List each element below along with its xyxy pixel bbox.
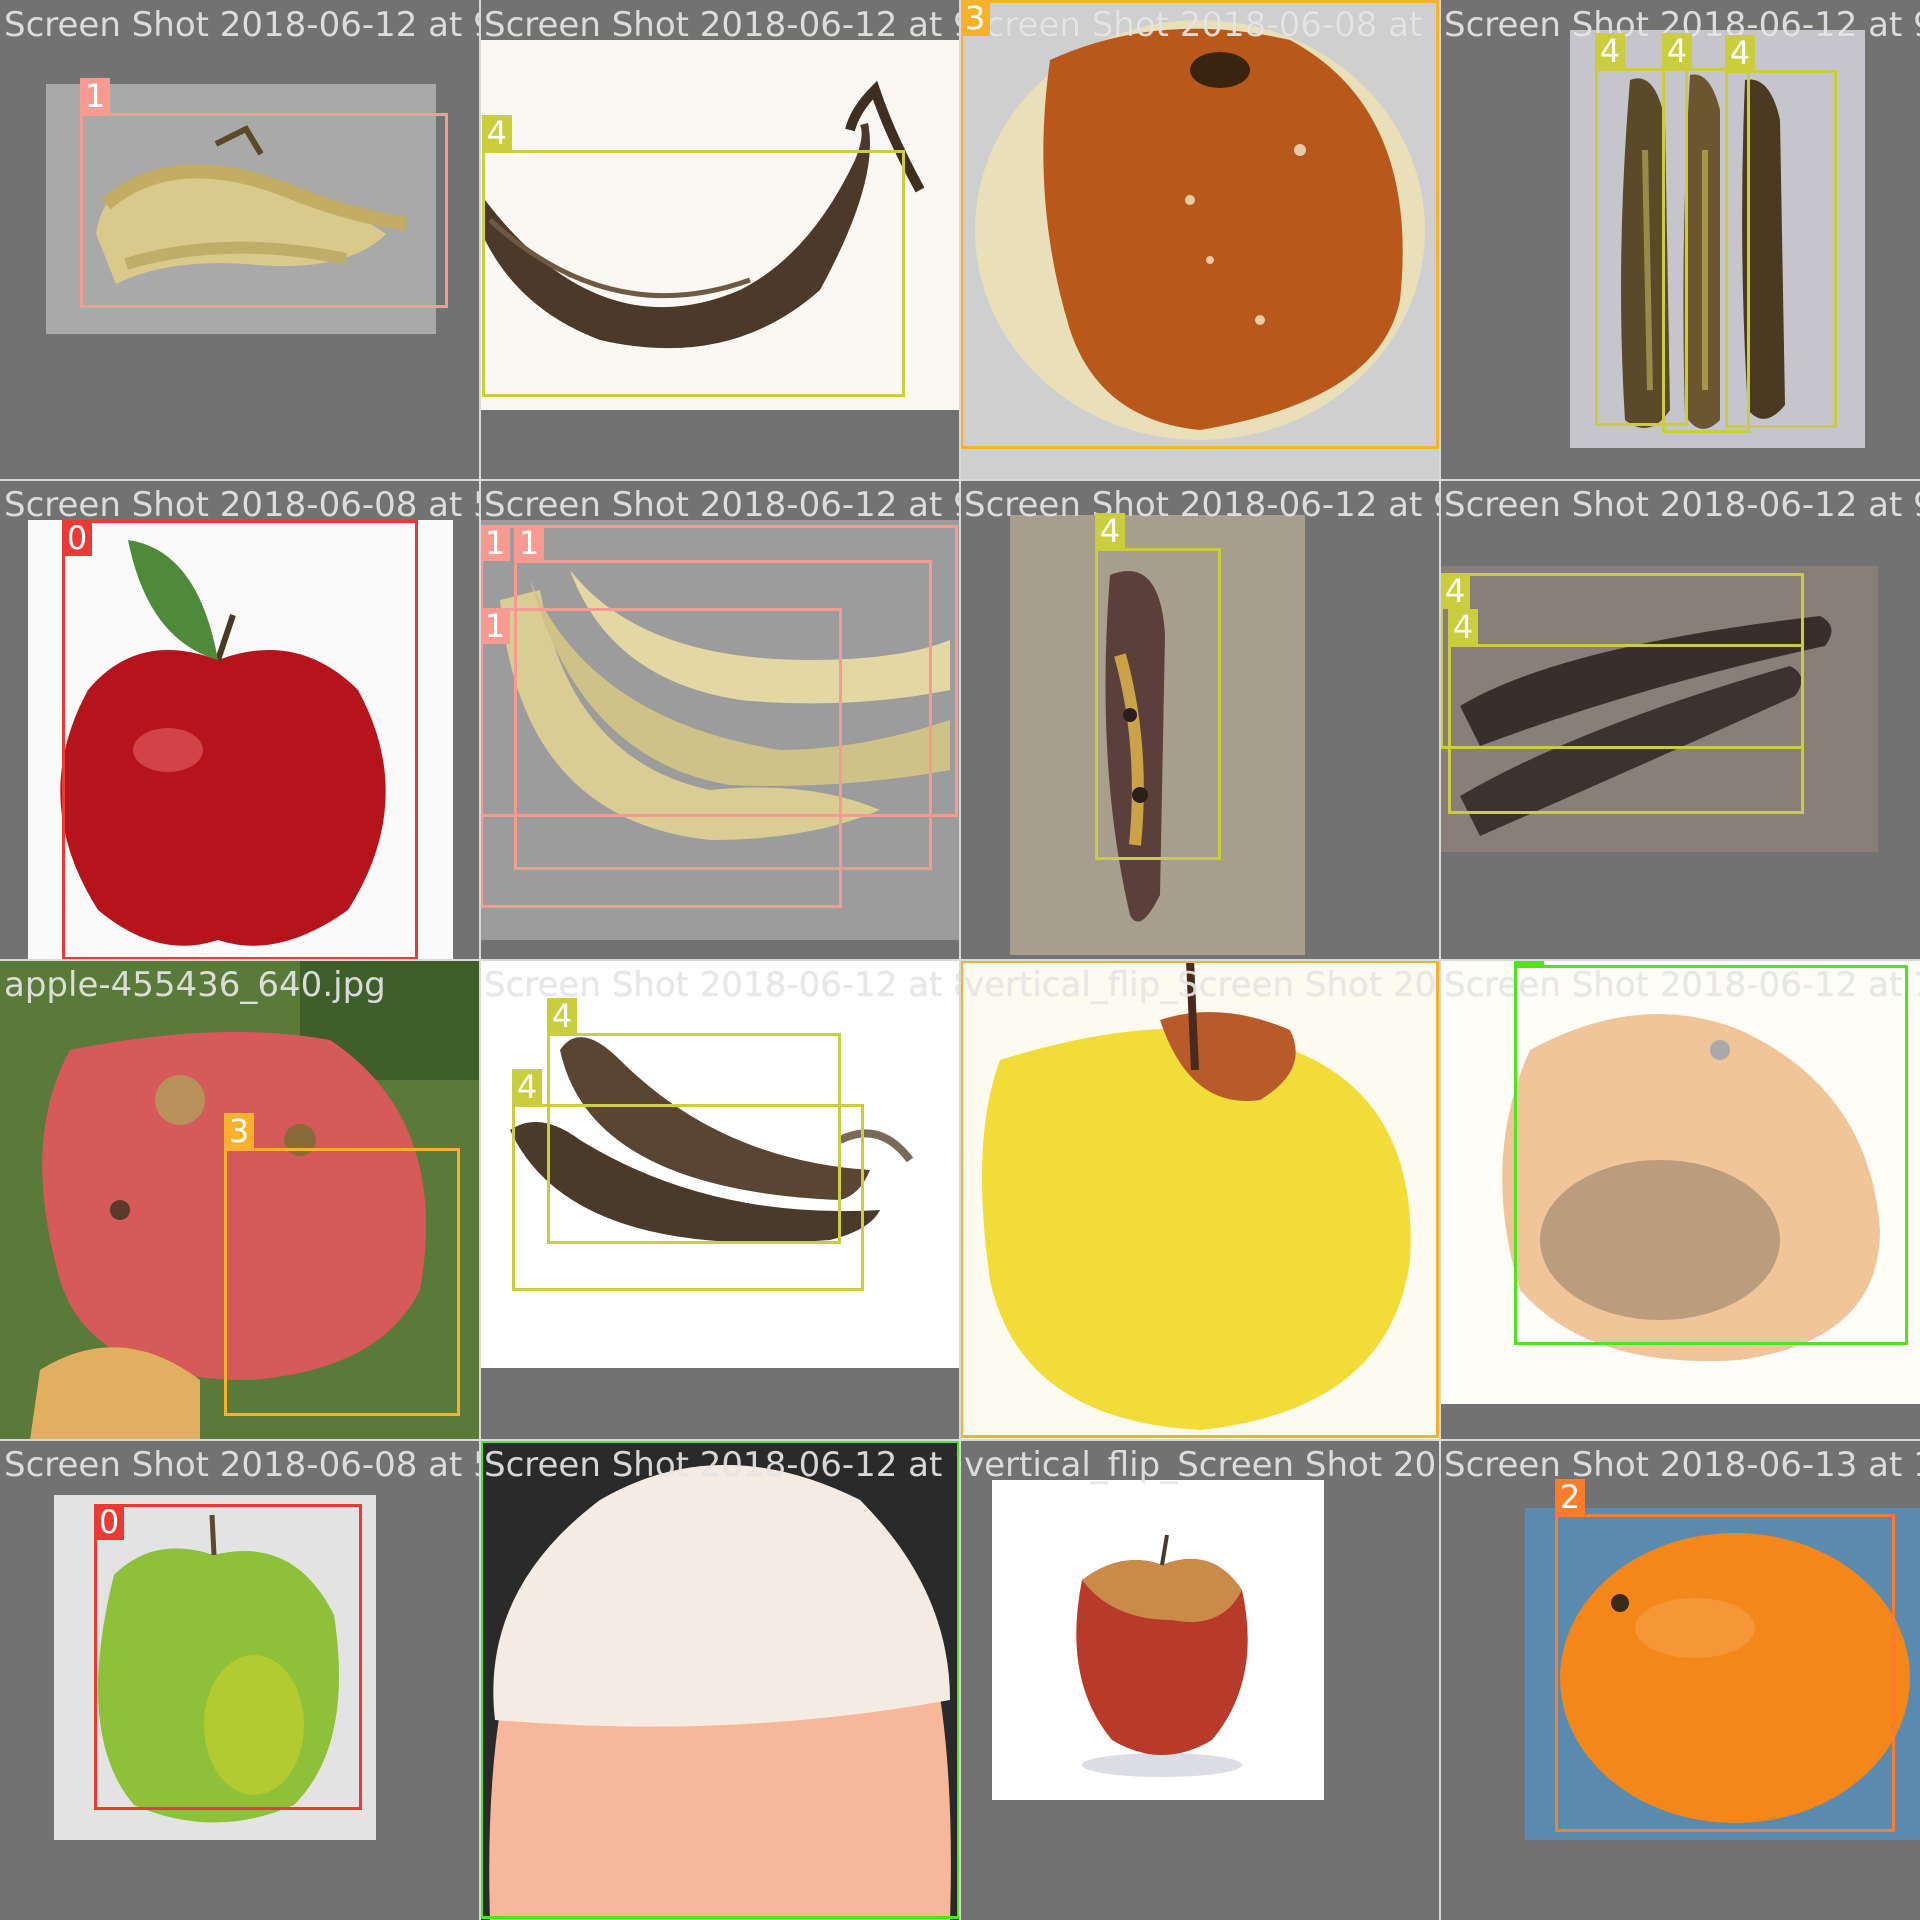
filename-label: Screen Shot 2018-06-12 at 9.05.02 PM.png [964, 485, 1440, 525]
tile-0[interactable]: Screen Shot 2018-06-12 at 9.49.00 PM.png… [0, 0, 480, 480]
filename-label: apple-455436_640.jpg [4, 965, 386, 1005]
detection-box: 0 [62, 520, 418, 960]
filename-label: Screen Shot 2018-06-12 at 9.49.00 PM.png [4, 5, 480, 45]
class-label: 4 [1662, 33, 1692, 69]
tile-3[interactable]: Screen Shot 2018-06-12 at 9.38.59 PM.png… [1440, 0, 1920, 480]
class-label: 3 [224, 1113, 254, 1149]
detection-box: 2 [1555, 1479, 1895, 1832]
tile-6[interactable]: Screen Shot 2018-06-12 at 9.05.02 PM.png… [960, 480, 1440, 960]
detection-box: 4 [482, 115, 905, 397]
class-label: 1 [80, 78, 110, 114]
small-rotting-apple-image [1076, 1534, 1248, 1777]
class-label: 0 [94, 1504, 124, 1540]
tile-2[interactable]: Screen Shot 2018-06-08 at 2.38.33 PM.png… [960, 0, 1440, 480]
detection-box: 3 [224, 1113, 460, 1416]
tile-8[interactable]: apple-455436_640.jpg 3 [0, 960, 480, 1440]
class-label: 4 [1440, 573, 1470, 609]
detection-box: 1 [480, 608, 842, 908]
class-label: 0 [62, 520, 92, 556]
filename-label: Screen Shot 2018-06-13 at 1 [1444, 1445, 1920, 1485]
tile-5[interactable]: Screen Shot 2018-06-12 at 9.44.49 PM.png… [480, 480, 960, 960]
tile-14[interactable]: vertical_flip_Screen Shot 2018-06-08 at [960, 1440, 1440, 1920]
mosaic-grid: Screen Shot 2018-06-12 at 9.49.00 PM.png… [0, 0, 1920, 1920]
class-label: 4 [1595, 33, 1625, 69]
detection-box: 5 [1514, 960, 1908, 1345]
grid-divider [0, 479, 1920, 481]
class-label: 4 [482, 115, 512, 151]
class-label: 4 [512, 1069, 542, 1105]
grid-divider [0, 1439, 1920, 1441]
filename-label: Screen Shot 2018-06-12 at 9.44.49 PM.png [484, 485, 960, 525]
grid-divider [0, 959, 1920, 961]
detection-box: 3 [960, 960, 1439, 1438]
filename-label: Screen Shot 2018-06-12 at 9 [1444, 485, 1920, 525]
detection-box: 4 [512, 1069, 864, 1291]
detection-box: 5 [480, 1440, 960, 1919]
detection-box: 1 [80, 78, 448, 308]
class-label: 4 [1448, 609, 1478, 645]
class-label: 1 [480, 608, 510, 644]
filename-label: Screen Shot 2018-06-08 at 5.26.41 PM.png [4, 1445, 480, 1485]
tile-11[interactable]: Screen Shot 2018-06-12 at 1 5 [1440, 960, 1920, 1440]
tile-7[interactable]: Screen Shot 2018-06-12 at 9 4 4 [1440, 480, 1920, 960]
class-label: 4 [547, 998, 577, 1034]
detection-box: 3 [960, 0, 1439, 449]
filename-label: vertical_flip_Screen Shot 2018-06-08 at [964, 1445, 1440, 1485]
tile-10[interactable]: vertical_flip_Screen Shot 2018-06-08 at … [960, 960, 1440, 1440]
detection-box: 0 [94, 1504, 362, 1810]
tile-15[interactable]: Screen Shot 2018-06-13 at 1 2 [1440, 1440, 1920, 1920]
detection-box: 4 [1095, 513, 1221, 860]
tile-12[interactable]: Screen Shot 2018-06-08 at 5.26.41 PM.png… [0, 1440, 480, 1920]
class-label: 1 [480, 525, 510, 561]
detection-box: 4 [1448, 609, 1804, 814]
tile-13[interactable]: Screen Shot 2018-06-12 at 10.30.16 PM.pn… [480, 1440, 960, 1920]
filename-label: Screen Shot 2018-06-12 at 9.08.59 PM.png [484, 5, 960, 45]
tile-4[interactable]: Screen Shot 2018-06-08 at 5.04.11 PM.png… [0, 480, 480, 960]
class-label: 1 [514, 525, 544, 561]
class-label: 4 [1095, 513, 1125, 549]
detection-box: 4 [1725, 35, 1837, 428]
tile-9[interactable]: Screen Shot 2018-06-12 at 8.55.41 PM.png… [480, 960, 960, 1440]
tile-image [992, 1480, 1324, 1800]
tile-1[interactable]: Screen Shot 2018-06-12 at 9.08.59 PM.png… [480, 0, 960, 480]
class-label: 2 [1555, 1479, 1585, 1515]
class-label: 4 [1725, 35, 1755, 71]
class-label: 3 [960, 0, 990, 36]
